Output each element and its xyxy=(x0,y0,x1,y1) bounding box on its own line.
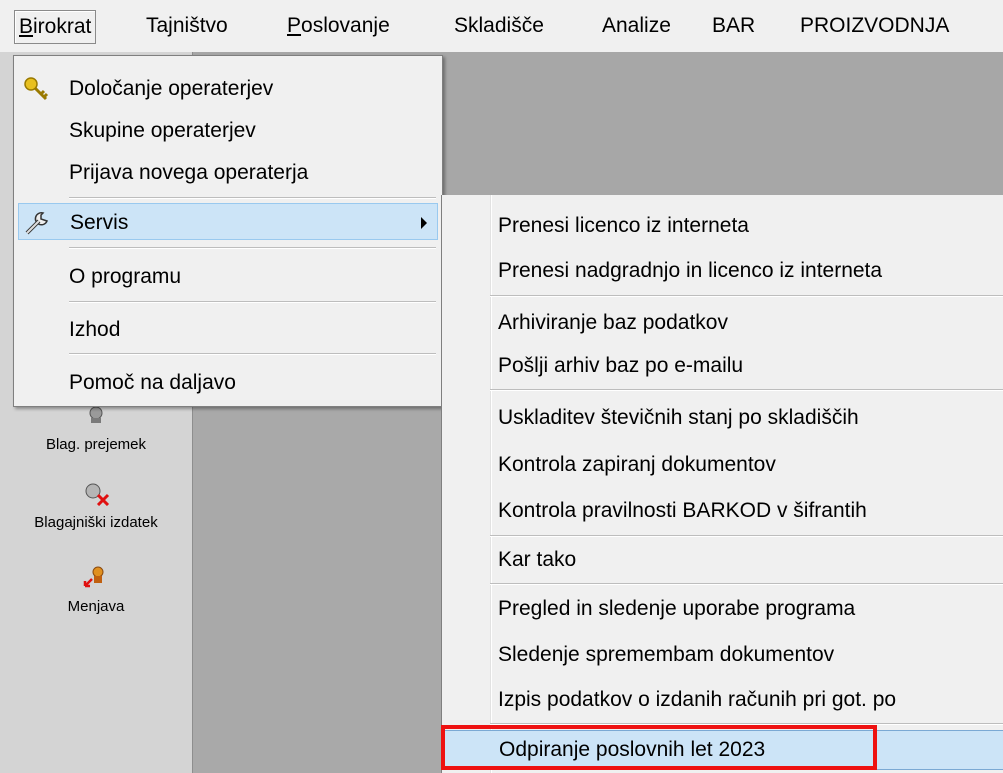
submenu-item-izpis-podatkov[interactable]: Izpis podatkov o izdanih računih pri got… xyxy=(442,681,1003,718)
submenu-arrow-icon xyxy=(421,217,427,229)
menu-item-label: Izhod xyxy=(69,318,121,341)
sidebar-item-label: Menjava xyxy=(67,598,125,615)
menu-separator xyxy=(490,723,1003,725)
submenu-item-label: Arhiviranje baz podatkov xyxy=(498,311,728,334)
submenu-item-kar-tako[interactable]: Kar tako xyxy=(442,541,1003,578)
submenu-item-label: Odpiranje poslovnih let 2023 xyxy=(499,738,766,761)
submenu-item-prenesi-licenco[interactable]: Prenesi licenco iz interneta xyxy=(442,207,1003,244)
sidebar-item-blagajniski-izdatek[interactable]: Blagajniški izdatek xyxy=(0,480,192,531)
menu-item-skupine-operaterjev[interactable]: Skupine operaterjev xyxy=(14,112,442,149)
menu-separator xyxy=(490,535,1003,537)
exchange-icon xyxy=(83,566,104,588)
menu-item-label: Skupine operaterjev xyxy=(69,119,256,142)
menu-item-o-programu[interactable]: O programu xyxy=(14,258,442,295)
menu-analize[interactable]: Analize xyxy=(598,10,675,42)
submenu-item-label: Kontrola zapiranj dokumentov xyxy=(498,453,776,476)
submenu-item-uskladitev[interactable]: Uskladitev števičnih stanj po skladiščih xyxy=(442,399,1003,436)
submenu-item-pregled-uporabe[interactable]: Pregled in sledenje uporabe programa xyxy=(442,590,1003,627)
wrench-icon xyxy=(25,212,48,235)
submenu-item-label: Uskladitev števičnih stanj po skladiščih xyxy=(498,406,859,429)
menu-skladisce[interactable]: Skladišče xyxy=(450,10,548,42)
menu-poslovanje[interactable]: Poslovanje xyxy=(283,10,394,42)
menu-proizvodnja[interactable]: PROIZVODNJA xyxy=(796,10,953,42)
submenu-item-label: Kontrola pravilnosti BARKOD v šifrantih xyxy=(498,499,867,522)
menu-separator xyxy=(69,197,436,199)
menu-tajnistvo[interactable]: Tajništvo xyxy=(142,10,232,42)
submenu-item-kontrola-zapiranj[interactable]: Kontrola zapiranj dokumentov xyxy=(442,446,1003,483)
submenu-item-arhiviranje[interactable]: Arhiviranje baz podatkov xyxy=(442,304,1003,341)
servis-submenu: Prenesi licenco iz interneta Prenesi nad… xyxy=(441,195,1003,773)
submenu-item-label: Pošlji arhiv baz po e-mailu xyxy=(498,354,744,377)
submenu-item-label: Izpis podatkov o izdanih računih pri got… xyxy=(498,688,897,711)
birokrat-dropdown-menu: Določanje operaterjev Skupine operaterje… xyxy=(13,55,443,407)
menu-item-pomoc-na-daljavo[interactable]: Pomoč na daljavo xyxy=(14,364,442,401)
menu-item-izhod[interactable]: Izhod xyxy=(14,311,442,348)
submenu-item-sledenje-spremembam[interactable]: Sledenje spremembam dokumentov xyxy=(442,636,1003,673)
menu-separator xyxy=(69,247,436,249)
submenu-item-label: Prenesi licenco iz interneta xyxy=(498,214,749,237)
menu-separator xyxy=(490,583,1003,585)
cash-expense-icon xyxy=(85,483,110,506)
sidebar-item-menjava[interactable]: Menjava xyxy=(0,564,192,615)
menu-item-label: Določanje operaterjev xyxy=(69,77,274,100)
submenu-item-label: Kar tako xyxy=(498,548,577,571)
menu-item-label: Prijava novega operaterja xyxy=(69,161,309,184)
key-icon xyxy=(24,77,49,101)
menu-bar-item[interactable]: BAR xyxy=(708,10,759,42)
receipt-icon xyxy=(89,406,103,423)
sidebar-item-blag-prejemek[interactable]: Blag. prejemek xyxy=(0,404,192,453)
submenu-item-kontrola-barkod[interactable]: Kontrola pravilnosti BARKOD v šifrantih xyxy=(442,492,1003,529)
submenu-item-label: Prenesi nadgradnjo in licenco iz interne… xyxy=(498,259,883,282)
submenu-item-label: Pregled in sledenje uporabe programa xyxy=(498,597,856,620)
submenu-item-prenesi-nadgradnjo[interactable]: Prenesi nadgradnjo in licenco iz interne… xyxy=(442,252,1003,289)
menu-separator xyxy=(69,301,436,303)
menu-bar: Birokrat Tajništvo Poslovanje Skladišče … xyxy=(0,0,1003,52)
sidebar-item-label: Blag. prejemek xyxy=(45,436,147,453)
menu-item-dolocanje-operaterjev[interactable]: Določanje operaterjev xyxy=(14,70,442,107)
submenu-item-label: Sledenje spremembam dokumentov xyxy=(498,643,835,666)
menu-item-servis[interactable]: Servis xyxy=(18,203,438,240)
menu-birokrat[interactable]: Birokrat xyxy=(14,10,97,44)
menu-item-label: Pomoč na daljavo xyxy=(69,371,236,394)
submenu-item-poslji-arhiv[interactable]: Pošlji arhiv baz po e-mailu xyxy=(442,347,1003,384)
sidebar-item-label: Blagajniški izdatek xyxy=(34,514,158,531)
menu-separator xyxy=(490,389,1003,391)
menu-separator xyxy=(490,295,1003,297)
menu-item-prijava-novega-operaterja[interactable]: Prijava novega operaterja xyxy=(14,154,442,191)
menu-item-label: O programu xyxy=(69,265,182,288)
submenu-item-odpiranje-poslovnih-let[interactable]: Odpiranje poslovnih let 2023 xyxy=(442,730,1003,770)
menu-item-label: Servis xyxy=(70,211,129,234)
menu-separator xyxy=(69,353,436,355)
